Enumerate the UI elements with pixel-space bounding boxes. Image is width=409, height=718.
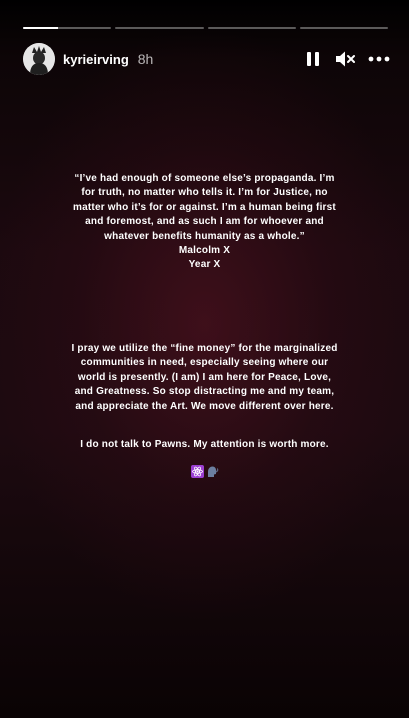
- pause-icon[interactable]: [303, 49, 323, 69]
- quote-author: Malcolm X: [178, 245, 231, 257]
- mute-icon[interactable]: [335, 49, 355, 69]
- pawns-statement: I do not talk to Pawns. My attention is …: [40, 438, 369, 452]
- progress-segment: [299, 27, 388, 29]
- quote-text: “I’ve had enough of someone else’s propa…: [73, 173, 336, 242]
- message-text: I pray we utilize the “fine money” for t…: [71, 343, 338, 412]
- quote-source: Year X: [188, 259, 221, 271]
- story-controls: [303, 49, 391, 69]
- more-icon[interactable]: [367, 49, 391, 69]
- post-time: 8h: [137, 51, 154, 67]
- story-viewer[interactable]: kyrieirving 8h “I’ve had enough of someo…: [0, 0, 409, 718]
- progress-segment: [23, 27, 112, 29]
- avatar-image: [23, 43, 55, 75]
- progress-segment: [207, 27, 296, 29]
- message-block: I pray we utilize the “fine money” for t…: [40, 342, 369, 414]
- username[interactable]: kyrieirving: [63, 52, 129, 67]
- avatar[interactable]: [23, 43, 55, 75]
- quote-block: “I’ve had enough of someone else’s propa…: [40, 172, 369, 273]
- progress-segment: [115, 27, 204, 29]
- speaking-head-icon: [206, 465, 219, 478]
- story-progress-bar: [23, 27, 388, 29]
- story-header: kyrieirving 8h: [23, 42, 391, 76]
- atom-symbol-icon: [190, 465, 204, 478]
- pawns-text: I do not talk to Pawns. My attention is …: [80, 439, 329, 450]
- emoji-row: [0, 465, 409, 478]
